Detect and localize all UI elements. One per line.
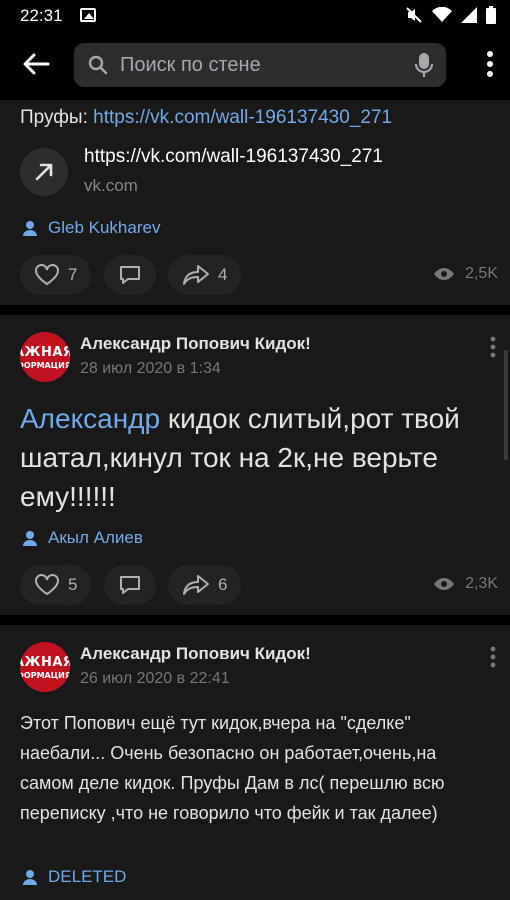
microphone-icon[interactable] <box>414 52 434 78</box>
top-bar: Поиск по стене <box>0 32 510 100</box>
comment-icon <box>120 576 140 594</box>
post-author-name[interactable]: Александр Попович Кидок! <box>80 644 311 664</box>
comment-icon <box>120 266 140 284</box>
proofs-link[interactable]: https://vk.com/wall-196137430_271 <box>93 107 392 128</box>
share-icon <box>183 575 209 595</box>
comment-button[interactable] <box>104 255 156 295</box>
share-button[interactable]: 6 <box>168 565 242 605</box>
post-text: Этот Попович ещё тут кидок,вчера на "сде… <box>20 713 445 823</box>
wifi-icon <box>432 7 452 22</box>
more-vertical-icon <box>487 51 493 77</box>
share-icon <box>183 265 209 285</box>
post-card: АЖНАЯ ФОРМАЦИЯ Александр Попович Кидок! … <box>0 625 510 900</box>
more-vertical-icon <box>490 336 496 358</box>
back-button[interactable] <box>18 46 54 82</box>
avatar[interactable]: АЖНАЯ ФОРМАЦИЯ <box>20 332 70 382</box>
post-actions: 7 4 2,5K <box>20 255 498 295</box>
views-count: 2,5K <box>465 265 498 282</box>
post-text: Александр кидок слитый,рот твой шатал,ки… <box>20 403 460 512</box>
post-header: АЖНАЯ ФОРМАЦИЯ Александр Попович Кидок! … <box>20 332 496 384</box>
author-name: Акыл Алиев <box>48 528 143 547</box>
views-counter: 2,5K <box>433 265 498 283</box>
author-name: Gleb Kukharev <box>48 218 161 237</box>
like-button[interactable]: 7 <box>20 255 92 295</box>
views-counter: 2,3K <box>433 575 498 593</box>
views-count: 2,3K <box>465 575 498 592</box>
post-more-button[interactable] <box>490 336 496 363</box>
search-icon <box>88 55 108 75</box>
post-date: 28 июл 2020 в 1:34 <box>80 360 221 377</box>
eye-icon <box>434 578 455 590</box>
like-count: 7 <box>68 265 78 284</box>
author-name: DELETED <box>48 867 127 886</box>
link-domain: vk.com <box>84 176 138 195</box>
post-author[interactable]: Акыл Алиев <box>22 528 143 548</box>
like-count: 5 <box>68 575 78 594</box>
mention-link[interactable]: Александр <box>20 403 160 434</box>
post-author[interactable]: Gleb Kukharev <box>22 218 160 238</box>
post-actions: 5 6 2,3K <box>20 565 498 605</box>
heart-icon <box>35 574 59 596</box>
user-icon <box>23 221 37 236</box>
mute-icon <box>406 7 422 23</box>
arrow-left-icon <box>23 53 50 75</box>
more-vertical-icon <box>490 646 496 668</box>
search-input[interactable]: Поиск по стене <box>74 43 446 87</box>
link-attachment[interactable]: https://vk.com/wall-196137430_271 vk.com <box>20 140 490 210</box>
share-button[interactable]: 4 <box>168 255 242 295</box>
search-placeholder: Поиск по стене <box>120 54 261 76</box>
battery-icon <box>486 6 496 24</box>
post-author-name[interactable]: Александр Попович Кидок! <box>80 334 311 354</box>
status-bar: 22:31 <box>0 0 510 32</box>
avatar[interactable]: АЖНАЯ ФОРМАЦИЯ <box>20 642 70 692</box>
post-card: АЖНАЯ ФОРМАЦИЯ Александр Попович Кидок! … <box>0 315 510 615</box>
user-icon <box>23 531 37 546</box>
post-date: 26 июл 2020 в 22:41 <box>80 670 230 687</box>
heart-icon <box>35 264 59 286</box>
share-count: 4 <box>218 265 228 284</box>
share-count: 6 <box>218 575 228 594</box>
post-header: АЖНАЯ ФОРМАЦИЯ Александр Попович Кидок! … <box>20 642 496 694</box>
user-icon <box>23 870 37 885</box>
post-author[interactable]: DELETED <box>22 867 126 887</box>
post-card: Пруфы: https://vk.com/wall-196137430_271… <box>0 100 510 305</box>
scrollbar[interactable] <box>504 350 508 460</box>
link-title: https://vk.com/wall-196137430_271 <box>84 146 383 167</box>
status-time: 22:31 <box>20 6 63 25</box>
proofs-label: Пруфы: <box>20 107 88 128</box>
like-button[interactable]: 5 <box>20 565 92 605</box>
gallery-notification-icon <box>80 8 96 22</box>
comment-button[interactable] <box>104 565 156 605</box>
post-more-button[interactable] <box>490 646 496 673</box>
signal-icon <box>461 7 477 23</box>
eye-icon <box>434 268 455 280</box>
link-icon <box>20 148 68 196</box>
more-menu-button[interactable] <box>486 50 494 83</box>
post-text: Пруфы: https://vk.com/wall-196137430_271 <box>20 107 392 129</box>
wall-feed: Пруфы: https://vk.com/wall-196137430_271… <box>0 100 510 900</box>
